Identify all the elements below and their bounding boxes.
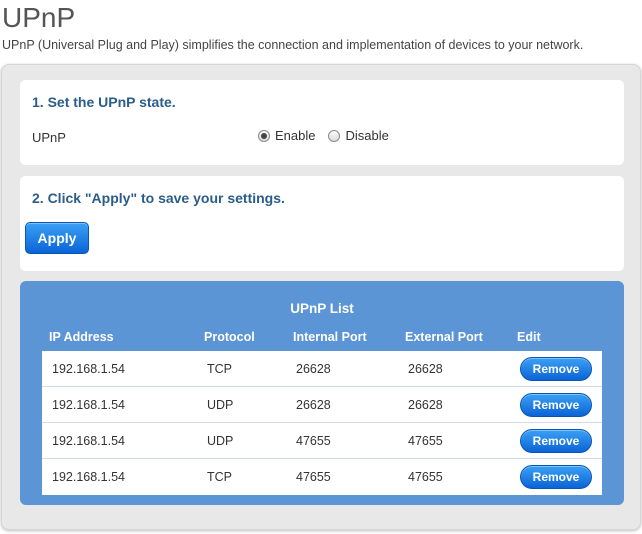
column-header-internal-port: Internal Port xyxy=(293,330,367,344)
enable-option[interactable]: Enable xyxy=(258,128,315,143)
disable-label: Disable xyxy=(345,128,389,143)
protocol-cell: UDP xyxy=(207,398,234,412)
page-title: UPnP xyxy=(2,2,76,33)
upnp-table-body: 192.168.1.54 TCP 26628 26628 Remove 192.… xyxy=(42,351,602,495)
external-port-cell: 26628 xyxy=(408,398,443,412)
protocol-cell: UDP xyxy=(207,434,234,448)
ip-cell: 192.168.1.54 xyxy=(52,398,125,412)
table-row: 192.168.1.54 UDP 26628 26628 Remove xyxy=(42,387,602,423)
internal-port-cell: 47655 xyxy=(296,470,331,484)
state-section-heading: 1. Set the UPnP state. xyxy=(32,94,176,110)
enable-label: Enable xyxy=(275,128,316,143)
settings-container: 1. Set the UPnP state. UPnP Enable Disab… xyxy=(1,64,641,530)
upnp-state-card: 1. Set the UPnP state. UPnP Enable Disab… xyxy=(20,80,624,165)
column-header-edit: Edit xyxy=(517,330,541,344)
external-port-cell: 47655 xyxy=(408,470,443,484)
column-header-ip-address: IP Address xyxy=(49,330,114,344)
internal-port-cell: 47655 xyxy=(296,434,331,448)
disable-option[interactable]: Disable xyxy=(328,128,389,143)
apply-button[interactable]: Apply xyxy=(25,222,89,254)
ip-cell: 192.168.1.54 xyxy=(52,434,125,448)
remove-button[interactable]: Remove xyxy=(520,429,592,453)
column-header-protocol: Protocol xyxy=(204,330,255,344)
internal-port-cell: 26628 xyxy=(296,362,331,376)
remove-button[interactable]: Remove xyxy=(520,357,592,381)
enable-radio[interactable] xyxy=(258,129,270,142)
upnp-list-panel: UPnP List IP Address Protocol Internal P… xyxy=(20,281,624,505)
protocol-cell: TCP xyxy=(207,470,232,484)
apply-card: 2. Click "Apply" to save your settings. … xyxy=(20,176,624,271)
internal-port-cell: 26628 xyxy=(296,398,331,412)
external-port-cell: 47655 xyxy=(408,434,443,448)
external-port-cell: 26628 xyxy=(408,362,443,376)
ip-cell: 192.168.1.54 xyxy=(52,470,125,484)
table-row: 192.168.1.54 UDP 47655 47655 Remove xyxy=(42,423,602,459)
page-description: UPnP (Universal Plug and Play) simplifie… xyxy=(2,38,584,52)
upnp-state-radio-group: Enable Disable xyxy=(258,128,402,143)
remove-button[interactable]: Remove xyxy=(520,465,592,489)
apply-section-heading: 2. Click "Apply" to save your settings. xyxy=(32,190,285,206)
disable-radio[interactable] xyxy=(328,129,341,142)
upnp-list-title: UPnP List xyxy=(290,301,354,316)
table-row: 192.168.1.54 TCP 47655 47655 Remove xyxy=(42,459,602,495)
ip-cell: 192.168.1.54 xyxy=(52,362,125,376)
column-header-external-port: External Port xyxy=(405,330,483,344)
remove-button[interactable]: Remove xyxy=(520,393,592,417)
protocol-cell: TCP xyxy=(207,362,232,376)
table-row: 192.168.1.54 TCP 26628 26628 Remove xyxy=(42,351,602,387)
upnp-field-label: UPnP xyxy=(32,130,66,145)
